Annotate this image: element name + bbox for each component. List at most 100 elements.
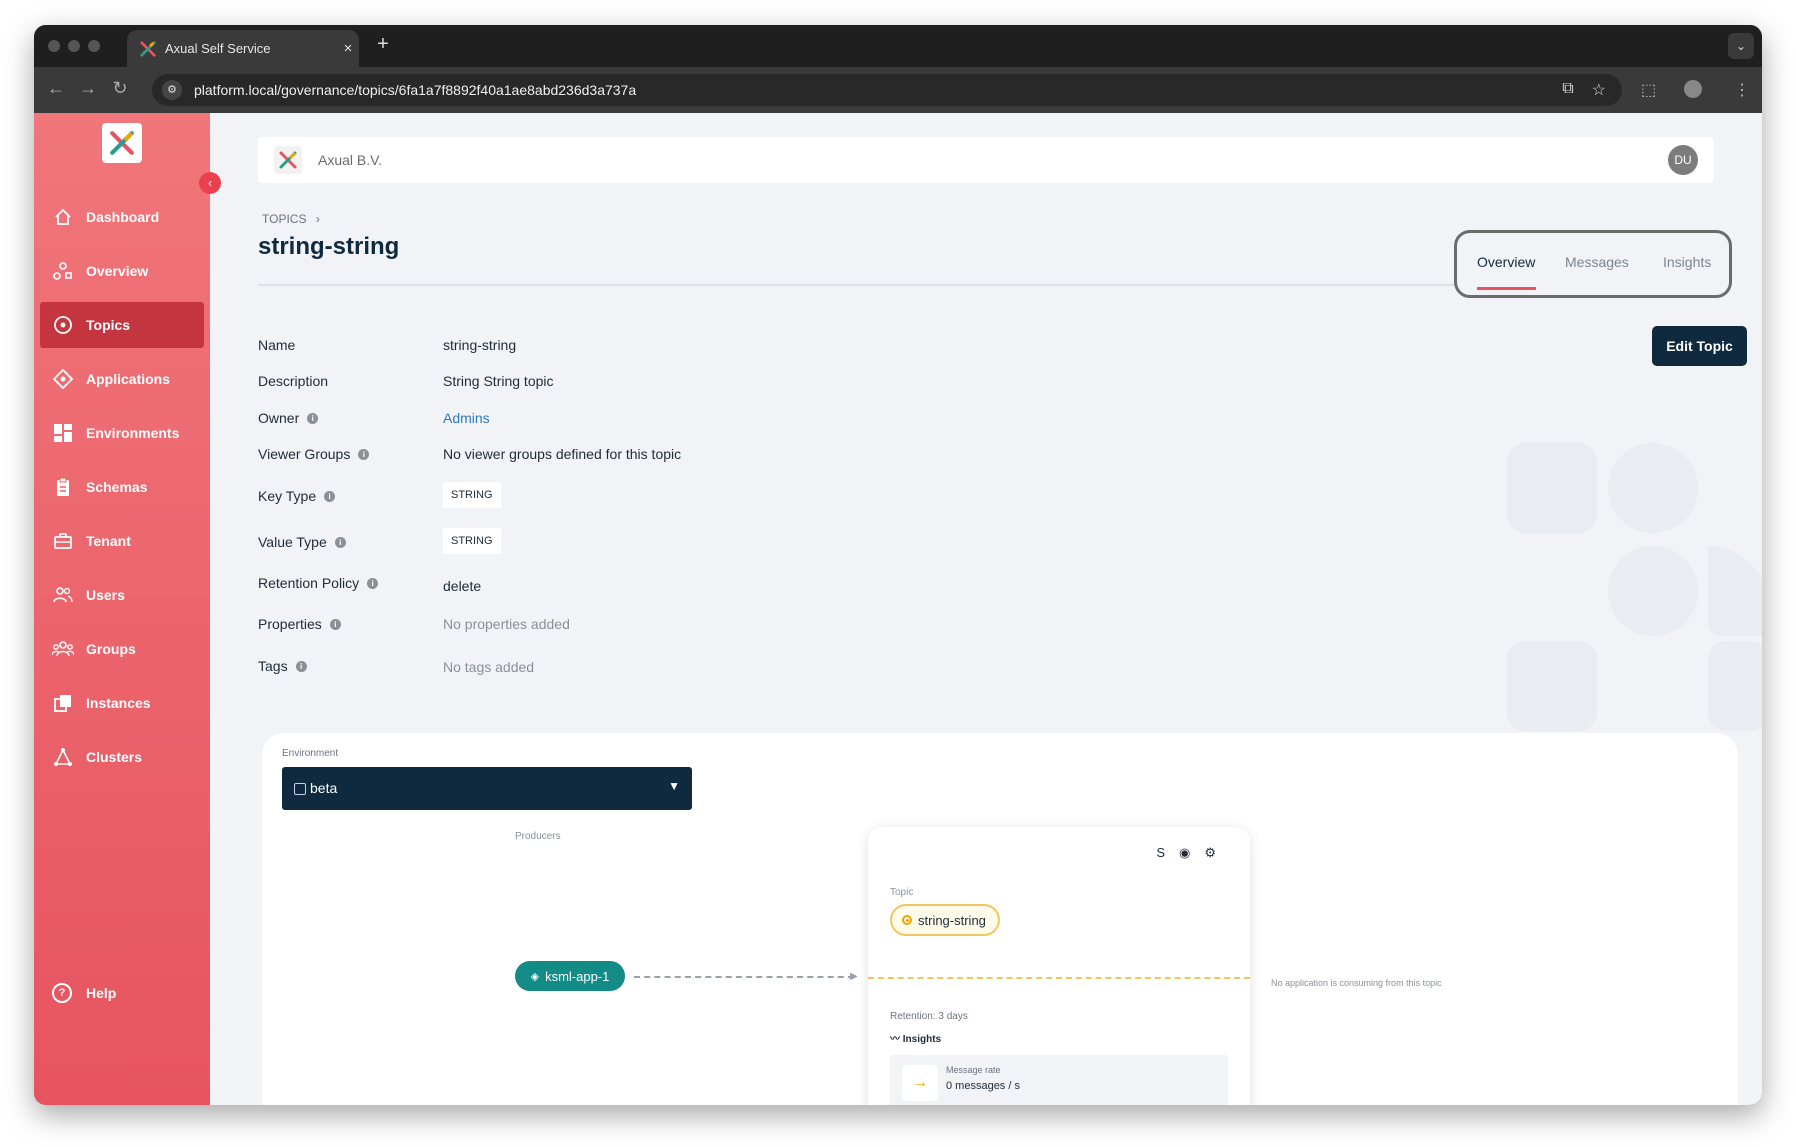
name-value: string-string (443, 337, 517, 353)
org-header: Axual B.V. DU (258, 137, 1714, 183)
maximize-window-button[interactable] (88, 40, 100, 52)
close-tab-icon[interactable]: × (337, 40, 359, 57)
info-icon[interactable]: i (295, 660, 307, 672)
topic-icon (902, 915, 912, 925)
properties-value: No properties added (443, 616, 570, 632)
back-icon[interactable]: ← (44, 78, 68, 99)
no-consumer-text: No application is consuming from this to… (1271, 978, 1442, 988)
trend-icon: 〰 (890, 1034, 900, 1045)
main-content: Axual B.V. DU TOPICS › string-string Ove… (210, 113, 1762, 1105)
browser-toolbar: ← → ↻ ⚙ platform.local/governance/topics… (34, 67, 1762, 113)
info-icon[interactable]: i (367, 577, 379, 589)
description-value: String String topic (443, 373, 554, 389)
topic-flow-line (868, 977, 1250, 979)
sidebar-item-instances[interactable]: Instances (40, 680, 204, 726)
name-label: Name (258, 337, 296, 353)
info-icon[interactable]: i (334, 536, 346, 548)
install-app-icon[interactable]: ⧉ (1562, 80, 1573, 100)
axual-logo[interactable] (102, 123, 142, 163)
clusters-icon (52, 746, 74, 768)
key-type-chip: STRING (443, 482, 501, 508)
extensions-icon[interactable]: ⬚ (1641, 80, 1656, 100)
tab-search-button[interactable]: ⌄ (1728, 33, 1754, 59)
info-icon[interactable]: i (358, 448, 370, 460)
value-type-label: Value Type i (258, 534, 346, 550)
sidebar-item-label: Help (86, 985, 117, 1001)
sidebar: Dashboard Overview Topics Applications E… (34, 113, 210, 1105)
browser-menu-icon[interactable]: ⋮ (1734, 80, 1750, 100)
reload-icon[interactable]: ↻ (108, 78, 132, 99)
bookmark-star-icon[interactable]: ☆ (1592, 80, 1606, 100)
background-decoration (1608, 546, 1698, 636)
info-icon[interactable]: i (324, 490, 336, 502)
info-icon[interactable]: i (329, 618, 341, 630)
producer-app-node[interactable]: ◈ ksml-app-1 (515, 961, 625, 991)
message-rate-value: 0 messages / s (946, 1080, 1020, 1092)
description-label: Description (258, 373, 329, 389)
background-decoration (1708, 546, 1762, 636)
sidebar-item-schemas[interactable]: Schemas (40, 464, 204, 510)
topic-graph-card: Environment beta ▼ Producers ◈ ksml-app-… (262, 733, 1738, 1105)
eye-icon[interactable]: ◉ (1179, 845, 1190, 861)
sidebar-item-label: Applications (86, 371, 171, 387)
sidebar-item-topics[interactable]: Topics (40, 302, 204, 348)
help-icon: ? (52, 983, 72, 1003)
sidebar-item-clusters[interactable]: Clusters (40, 734, 204, 780)
applications-icon (52, 368, 74, 390)
edit-topic-button[interactable]: Edit Topic (1652, 326, 1747, 366)
users-icon (52, 584, 74, 606)
profile-avatar-icon[interactable] (1684, 80, 1702, 98)
info-icon[interactable]: i (307, 412, 319, 424)
background-decoration (1608, 443, 1698, 533)
sidebar-item-help[interactable]: ? Help (40, 970, 204, 1016)
close-window-button[interactable] (48, 40, 60, 52)
arrow-right-icon: ▶ (850, 971, 858, 982)
background-decoration (1507, 443, 1597, 533)
tab-insights[interactable]: Insights (1663, 254, 1711, 270)
sidebar-item-tenant[interactable]: Tenant (40, 518, 204, 564)
breadcrumb-topics-link[interactable]: TOPICS (262, 212, 306, 226)
topic-tabs: Overview Messages Insights (1454, 230, 1732, 298)
minimize-window-button[interactable] (68, 40, 80, 52)
key-type-label: Key Type i (258, 488, 336, 504)
sidebar-item-dashboard[interactable]: Dashboard (40, 194, 204, 240)
owner-link[interactable]: Admins (443, 410, 490, 426)
user-avatar[interactable]: DU (1668, 145, 1698, 175)
new-tab-button[interactable]: + (370, 33, 396, 56)
browser-tab[interactable]: Axual Self Service × (127, 30, 359, 67)
sidebar-item-environments[interactable]: Environments (40, 410, 204, 456)
producer-app-label: ksml-app-1 (545, 968, 610, 984)
sidebar-item-label: Overview (86, 263, 149, 279)
sidebar-item-label: Instances (86, 695, 151, 711)
topic-pill[interactable]: string-string (890, 904, 1000, 936)
schemas-icon (52, 476, 74, 498)
url-text[interactable]: platform.local/governance/topics/6fa1a7f… (194, 82, 636, 98)
sidebar-item-overview[interactable]: Overview (40, 248, 204, 294)
message-rate-label: Message rate (946, 1065, 1001, 1075)
instances-icon (52, 692, 74, 714)
gear-icon[interactable]: ⚙ (1204, 845, 1216, 861)
schema-icon[interactable]: S (1156, 845, 1165, 861)
org-logo (274, 146, 302, 174)
tab-overview[interactable]: Overview (1477, 254, 1535, 270)
environment-select[interactable]: beta ▼ (282, 767, 692, 810)
groups-icon (52, 638, 74, 660)
site-info-icon[interactable]: ⚙ (162, 80, 182, 100)
axual-favicon-icon (140, 40, 156, 57)
sidebar-item-label: Users (86, 587, 125, 603)
tab-messages[interactable]: Messages (1565, 254, 1629, 270)
sidebar-item-label: Environments (86, 425, 180, 441)
address-bar[interactable]: ⚙ platform.local/governance/topics/6fa1a… (152, 74, 1622, 106)
sidebar-item-groups[interactable]: Groups (40, 626, 204, 672)
forward-icon[interactable]: → (76, 78, 100, 99)
sidebar-item-users[interactable]: Users (40, 572, 204, 618)
chevron-right-icon: › (315, 212, 320, 226)
overview-icon (52, 260, 74, 282)
sidebar-item-label: Clusters (86, 749, 143, 765)
sidebar-item-applications[interactable]: Applications (40, 356, 204, 402)
value-type-chip: STRING (443, 528, 501, 554)
insights-link[interactable]: 〰 Insights (890, 1030, 941, 1045)
viewer-groups-value: No viewer groups defined for this topic (443, 446, 682, 462)
collapse-sidebar-button[interactable]: ‹ (199, 172, 221, 194)
sidebar-item-label: Tenant (86, 533, 131, 549)
